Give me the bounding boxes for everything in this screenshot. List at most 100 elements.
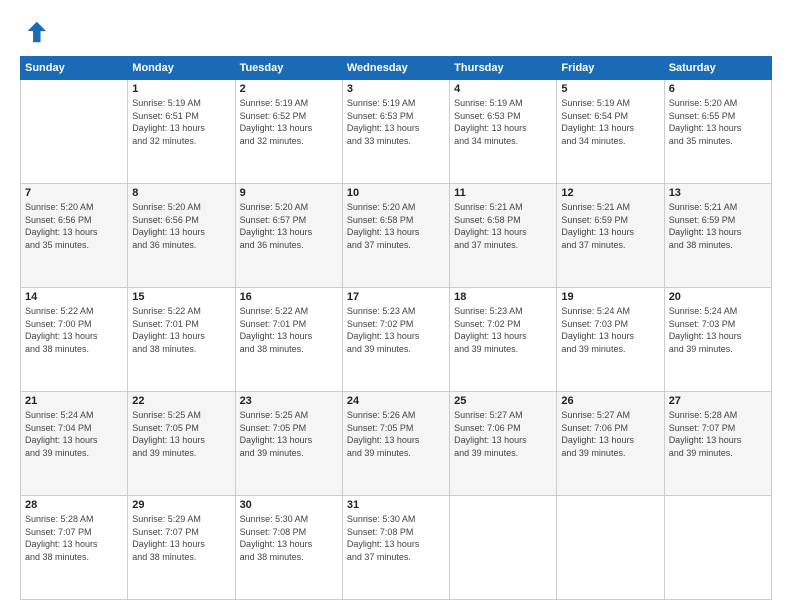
- calendar-cell: 7 Sunrise: 5:20 AM Sunset: 6:56 PM Daylig…: [21, 184, 128, 288]
- calendar-cell: 17 Sunrise: 5:23 AM Sunset: 7:02 PM Dayli…: [342, 288, 449, 392]
- cell-info: Sunrise: 5:30 AM Sunset: 7:08 PM Dayligh…: [240, 513, 338, 563]
- day-number: 8: [132, 187, 230, 199]
- day-number: 4: [454, 83, 552, 95]
- weekday-header-thursday: Thursday: [450, 57, 557, 80]
- calendar-cell: 20 Sunrise: 5:24 AM Sunset: 7:03 PM Dayli…: [664, 288, 771, 392]
- day-number: 1: [132, 83, 230, 95]
- day-number: 31: [347, 499, 445, 511]
- calendar-cell: 14Sunrise: 5:22 AM Sunset: 7:00 PM Dayli…: [21, 288, 128, 392]
- cell-info: Sunrise: 5:19 AM Sunset: 6:52 PM Dayligh…: [240, 97, 338, 147]
- cell-info: Sunrise: 5:23 AM Sunset: 7:02 PM Dayligh…: [454, 305, 552, 355]
- logo: [20, 18, 52, 46]
- calendar-cell: [664, 496, 771, 600]
- calendar-cell: 1 Sunrise: 5:19 AM Sunset: 6:51 PM Daylig…: [128, 80, 235, 184]
- calendar-cell: 10Sunrise: 5:20 AM Sunset: 6:58 PM Dayli…: [342, 184, 449, 288]
- calendar-week-row: 28 Sunrise: 5:28 AM Sunset: 7:07 PM Dayli…: [21, 496, 772, 600]
- day-number: 15: [132, 291, 230, 303]
- cell-info: Sunrise: 5:19 AM Sunset: 6:53 PM Dayligh…: [347, 97, 445, 147]
- day-number: 13: [669, 187, 767, 199]
- day-number: 12: [561, 187, 659, 199]
- day-number: 21: [25, 395, 123, 407]
- calendar-cell: 19 Sunrise: 5:24 AM Sunset: 7:03 PM Dayli…: [557, 288, 664, 392]
- day-number: 18: [454, 291, 552, 303]
- calendar-cell: 15 Sunrise: 5:22 AM Sunset: 7:01 PM Dayli…: [128, 288, 235, 392]
- day-number: 7: [25, 187, 123, 199]
- cell-info: Sunrise: 5:19 AM Sunset: 6:51 PM Dayligh…: [132, 97, 230, 147]
- day-number: 27: [669, 395, 767, 407]
- calendar-week-row: 14Sunrise: 5:22 AM Sunset: 7:00 PM Dayli…: [21, 288, 772, 392]
- weekday-header-sunday: Sunday: [21, 57, 128, 80]
- cell-info: Sunrise: 5:20 AM Sunset: 6:56 PM Dayligh…: [25, 201, 123, 251]
- calendar-cell: 28 Sunrise: 5:28 AM Sunset: 7:07 PM Dayli…: [21, 496, 128, 600]
- day-number: 30: [240, 499, 338, 511]
- calendar-cell: 29 Sunrise: 5:29 AM Sunset: 7:07 PM Dayli…: [128, 496, 235, 600]
- calendar-cell: [557, 496, 664, 600]
- calendar-cell: 12 Sunrise: 5:21 AM Sunset: 6:59 PM Dayli…: [557, 184, 664, 288]
- calendar-cell: 18 Sunrise: 5:23 AM Sunset: 7:02 PM Dayli…: [450, 288, 557, 392]
- cell-info: Sunrise: 5:20 AM Sunset: 6:58 PM Dayligh…: [347, 201, 445, 251]
- cell-info: Sunrise: 5:24 AM Sunset: 7:04 PM Dayligh…: [25, 409, 123, 459]
- cell-info: Sunrise: 5:20 AM Sunset: 6:56 PM Dayligh…: [132, 201, 230, 251]
- day-number: 17: [347, 291, 445, 303]
- calendar-cell: 8 Sunrise: 5:20 AM Sunset: 6:56 PM Daylig…: [128, 184, 235, 288]
- day-number: 14: [25, 291, 123, 303]
- day-number: 5: [561, 83, 659, 95]
- day-number: 22: [132, 395, 230, 407]
- calendar-cell: 11 Sunrise: 5:21 AM Sunset: 6:58 PM Dayli…: [450, 184, 557, 288]
- calendar-cell: 6 Sunrise: 5:20 AM Sunset: 6:55 PM Daylig…: [664, 80, 771, 184]
- weekday-header-monday: Monday: [128, 57, 235, 80]
- day-number: 3: [347, 83, 445, 95]
- calendar-cell: 26Sunrise: 5:27 AM Sunset: 7:06 PM Dayli…: [557, 392, 664, 496]
- calendar-cell: 4 Sunrise: 5:19 AM Sunset: 6:53 PM Daylig…: [450, 80, 557, 184]
- weekday-header-wednesday: Wednesday: [342, 57, 449, 80]
- calendar-cell: [21, 80, 128, 184]
- logo-icon: [20, 18, 48, 46]
- cell-info: Sunrise: 5:30 AM Sunset: 7:08 PM Dayligh…: [347, 513, 445, 563]
- cell-info: Sunrise: 5:19 AM Sunset: 6:53 PM Dayligh…: [454, 97, 552, 147]
- day-number: 20: [669, 291, 767, 303]
- day-number: 29: [132, 499, 230, 511]
- day-number: 19: [561, 291, 659, 303]
- cell-info: Sunrise: 5:27 AM Sunset: 7:06 PM Dayligh…: [561, 409, 659, 459]
- day-number: 24: [347, 395, 445, 407]
- cell-info: Sunrise: 5:20 AM Sunset: 6:55 PM Dayligh…: [669, 97, 767, 147]
- day-number: 6: [669, 83, 767, 95]
- calendar-cell: 24 Sunrise: 5:26 AM Sunset: 7:05 PM Dayli…: [342, 392, 449, 496]
- cell-info: Sunrise: 5:20 AM Sunset: 6:57 PM Dayligh…: [240, 201, 338, 251]
- cell-info: Sunrise: 5:22 AM Sunset: 7:01 PM Dayligh…: [240, 305, 338, 355]
- calendar-header-row: SundayMondayTuesdayWednesdayThursdayFrid…: [21, 57, 772, 80]
- cell-info: Sunrise: 5:28 AM Sunset: 7:07 PM Dayligh…: [669, 409, 767, 459]
- calendar-cell: 23 Sunrise: 5:25 AM Sunset: 7:05 PM Dayli…: [235, 392, 342, 496]
- day-number: 16: [240, 291, 338, 303]
- cell-info: Sunrise: 5:19 AM Sunset: 6:54 PM Dayligh…: [561, 97, 659, 147]
- day-number: 23: [240, 395, 338, 407]
- calendar-cell: 3 Sunrise: 5:19 AM Sunset: 6:53 PM Daylig…: [342, 80, 449, 184]
- cell-info: Sunrise: 5:26 AM Sunset: 7:05 PM Dayligh…: [347, 409, 445, 459]
- calendar-cell: 31 Sunrise: 5:30 AM Sunset: 7:08 PM Dayli…: [342, 496, 449, 600]
- cell-info: Sunrise: 5:24 AM Sunset: 7:03 PM Dayligh…: [561, 305, 659, 355]
- cell-info: Sunrise: 5:29 AM Sunset: 7:07 PM Dayligh…: [132, 513, 230, 563]
- weekday-header-saturday: Saturday: [664, 57, 771, 80]
- cell-info: Sunrise: 5:25 AM Sunset: 7:05 PM Dayligh…: [240, 409, 338, 459]
- cell-info: Sunrise: 5:25 AM Sunset: 7:05 PM Dayligh…: [132, 409, 230, 459]
- calendar-cell: 13 Sunrise: 5:21 AM Sunset: 6:59 PM Dayli…: [664, 184, 771, 288]
- calendar-cell: 2Sunrise: 5:19 AM Sunset: 6:52 PM Daylig…: [235, 80, 342, 184]
- cell-info: Sunrise: 5:21 AM Sunset: 6:58 PM Dayligh…: [454, 201, 552, 251]
- calendar-cell: 21 Sunrise: 5:24 AM Sunset: 7:04 PM Dayli…: [21, 392, 128, 496]
- calendar-cell: 27 Sunrise: 5:28 AM Sunset: 7:07 PM Dayli…: [664, 392, 771, 496]
- cell-info: Sunrise: 5:22 AM Sunset: 7:01 PM Dayligh…: [132, 305, 230, 355]
- weekday-header-friday: Friday: [557, 57, 664, 80]
- cell-info: Sunrise: 5:21 AM Sunset: 6:59 PM Dayligh…: [561, 201, 659, 251]
- cell-info: Sunrise: 5:28 AM Sunset: 7:07 PM Dayligh…: [25, 513, 123, 563]
- calendar-cell: 5 Sunrise: 5:19 AM Sunset: 6:54 PM Daylig…: [557, 80, 664, 184]
- calendar-cell: 22 Sunrise: 5:25 AM Sunset: 7:05 PM Dayli…: [128, 392, 235, 496]
- day-number: 11: [454, 187, 552, 199]
- cell-info: Sunrise: 5:21 AM Sunset: 6:59 PM Dayligh…: [669, 201, 767, 251]
- calendar-cell: 16 Sunrise: 5:22 AM Sunset: 7:01 PM Dayli…: [235, 288, 342, 392]
- calendar-cell: 9Sunrise: 5:20 AM Sunset: 6:57 PM Daylig…: [235, 184, 342, 288]
- calendar-week-row: 21 Sunrise: 5:24 AM Sunset: 7:04 PM Dayli…: [21, 392, 772, 496]
- cell-info: Sunrise: 5:23 AM Sunset: 7:02 PM Dayligh…: [347, 305, 445, 355]
- weekday-header-tuesday: Tuesday: [235, 57, 342, 80]
- day-number: 28: [25, 499, 123, 511]
- cell-info: Sunrise: 5:24 AM Sunset: 7:03 PM Dayligh…: [669, 305, 767, 355]
